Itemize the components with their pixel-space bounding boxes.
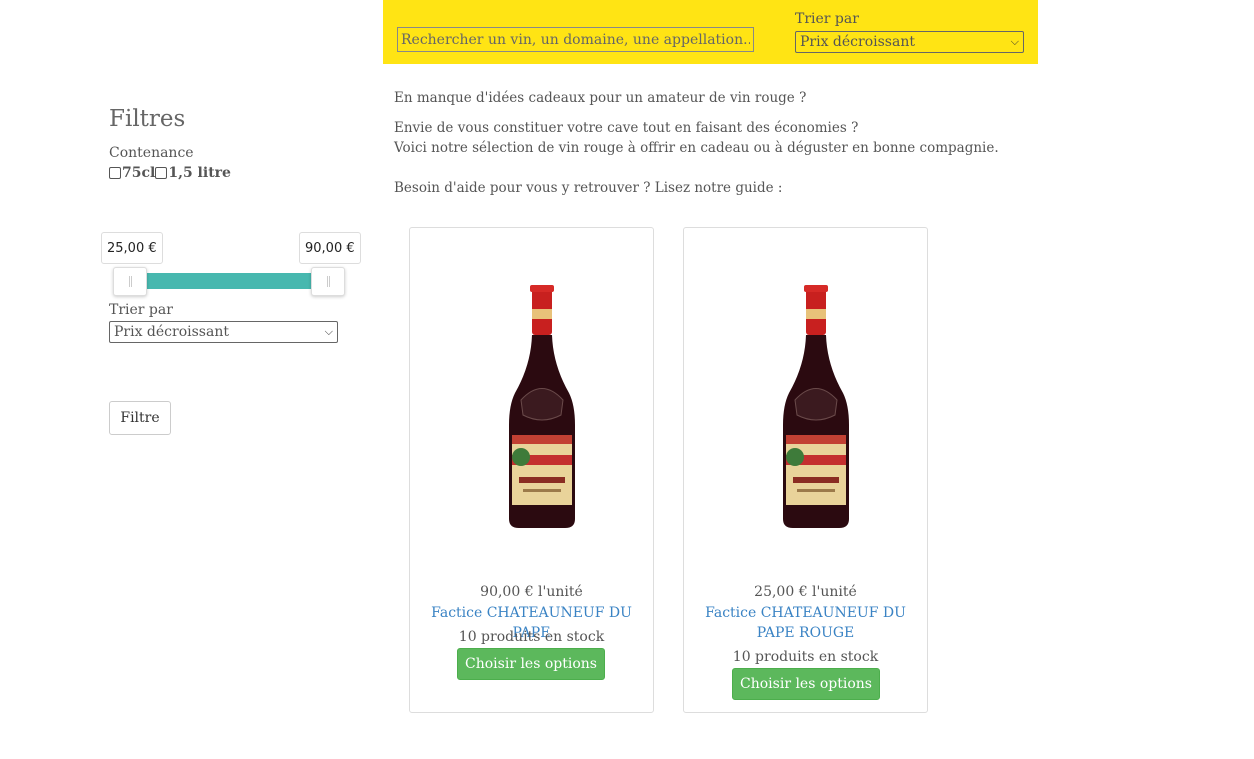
- contenance-options: 75cl 1,5 litre: [109, 165, 231, 181]
- choose-options-button[interactable]: Choisir les options: [457, 648, 605, 680]
- price-max-handle[interactable]: [311, 267, 345, 296]
- price-range-track[interactable]: [114, 273, 342, 289]
- filter-button[interactable]: Filtre: [109, 401, 171, 435]
- price-max-value[interactable]: 90,00 €: [299, 232, 361, 264]
- intro-line-4: Besoin d'aide pour vous y retrouver ? Li…: [394, 180, 783, 196]
- side-sort-select[interactable]: Prix décroissant ⌵: [109, 321, 338, 343]
- product-title-link[interactable]: Factice CHATEAUNEUF DU PAPE ROUGE: [694, 603, 917, 643]
- price-min-value[interactable]: 25,00 €: [101, 232, 163, 264]
- product-price: 25,00 € l'unité: [754, 584, 857, 600]
- option-1-5-litre-label: 1,5 litre: [168, 165, 231, 181]
- product-price: 90,00 € l'unité: [480, 584, 583, 600]
- top-sort-select[interactable]: Prix décroissant ⌵: [795, 31, 1024, 53]
- checkbox-1-5-litre[interactable]: [155, 167, 168, 179]
- price-min-handle[interactable]: [113, 267, 147, 296]
- checkbox-75cl[interactable]: [109, 167, 121, 179]
- side-sort-label: Trier par: [109, 302, 173, 318]
- grip-icon: [326, 276, 330, 287]
- intro-line-2: Envie de vous constituer votre cave tout…: [394, 120, 859, 136]
- grip-icon: [128, 276, 132, 287]
- option-75cl-label: 75cl: [122, 165, 156, 181]
- contenance-label: Contenance: [109, 145, 194, 161]
- intro-line-3: Voici notre sélection de vin rouge à off…: [394, 140, 999, 156]
- search-input[interactable]: [397, 27, 754, 52]
- product-stock: 10 produits en stock: [458, 629, 605, 645]
- intro-line-1: En manque d'idées cadeaux pour un amateu…: [394, 90, 807, 106]
- filters-title: Filtres: [109, 106, 186, 132]
- product-card: 90,00 € l'unité Factice CHATEAUNEUF DU P…: [409, 227, 654, 713]
- chevron-down-icon: ⌵: [324, 325, 333, 338]
- top-sort-label: Trier par: [795, 11, 859, 27]
- chevron-down-icon: ⌵: [1010, 35, 1019, 48]
- wine-bottle-image[interactable]: [781, 285, 851, 531]
- wine-bottle-image[interactable]: [507, 285, 577, 531]
- side-sort-value: Prix décroissant: [114, 324, 229, 340]
- top-sort-value: Prix décroissant: [800, 34, 915, 50]
- choose-options-button[interactable]: Choisir les options: [732, 668, 880, 700]
- product-card: 25,00 € l'unité Factice CHATEAUNEUF DU P…: [683, 227, 928, 713]
- product-stock: 10 produits en stock: [732, 649, 879, 665]
